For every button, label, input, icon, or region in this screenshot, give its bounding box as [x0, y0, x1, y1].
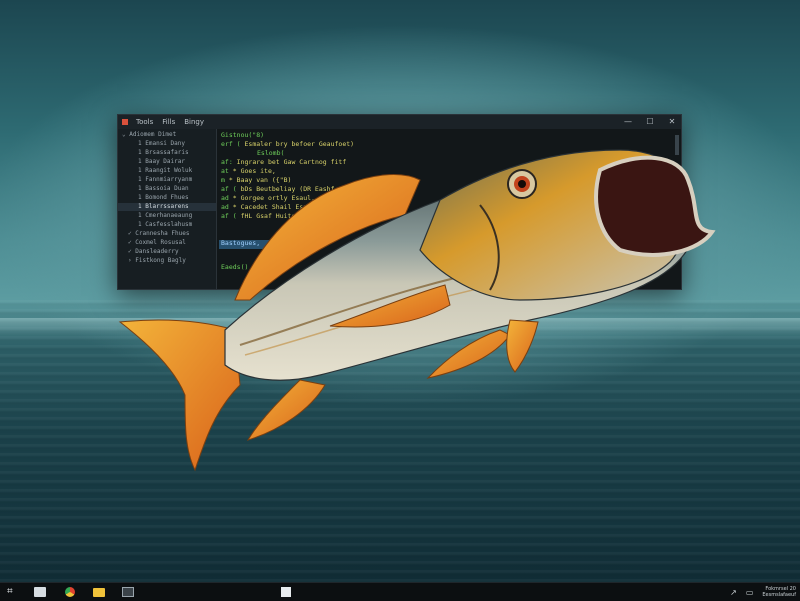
- mail-app-button[interactable]: [30, 585, 50, 599]
- battery-icon[interactable]: ▭: [746, 588, 754, 597]
- taskbar: ⌗ ↗ ▭ Fokmrsel 20 Eesmslafaeuf: [0, 582, 800, 601]
- signal-icon[interactable]: ↗: [730, 588, 737, 597]
- calculator-app-button[interactable]: [276, 585, 296, 599]
- fish-mouth: [594, 155, 716, 257]
- chrome-app-button[interactable]: [60, 585, 80, 599]
- tail-fin: [118, 319, 241, 472]
- lower-tail-fin: [246, 379, 326, 441]
- folder-app-button[interactable]: [89, 585, 109, 599]
- system-tray: ↗ ▭ Fokmrsel 20 Eesmslafaeuf: [730, 583, 796, 601]
- folder-icon: [93, 588, 105, 597]
- mail-icon: [34, 587, 46, 597]
- start-button[interactable]: ⌗: [2, 585, 22, 599]
- clock-date: Eesmslafaeuf: [762, 592, 796, 598]
- clock[interactable]: Fokmrsel 20 Eesmslafaeuf: [762, 586, 796, 598]
- anal-fin: [506, 319, 539, 373]
- chrome-icon: [65, 587, 75, 597]
- leaping-fish-illustration: [118, 149, 716, 472]
- photos-app-button[interactable]: [118, 585, 138, 599]
- calculator-icon: [281, 587, 291, 597]
- photos-icon: [122, 587, 134, 597]
- start-icon: ⌗: [7, 586, 13, 597]
